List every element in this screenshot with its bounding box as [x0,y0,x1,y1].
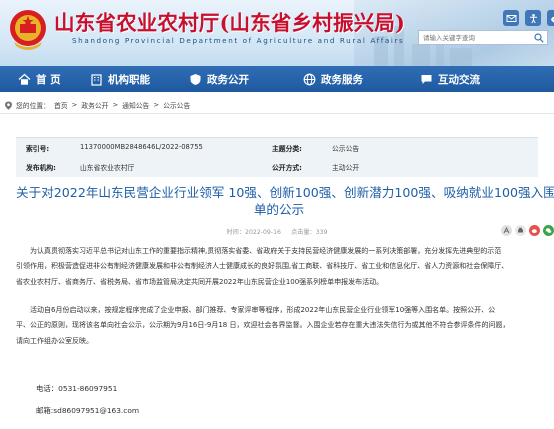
nav-label: 政务公开 [207,73,249,86]
article-paragraph-2: 活动自6月份启动以来，按规定程序完成了企业申报、部门推荐、专家评审等程序，形成2… [16,303,539,349]
article-paragraph-1: 为认真贯彻落实习近平总书记对山东工作的重要指示精神,贯彻落实省委、省政府关于支持… [16,244,539,290]
breadcrumb: 您的位置： 首页 > 政务公开 > 通知公告 > 公示公告 [0,97,554,114]
shield-icon [190,73,201,85]
article-title-line: 关于对2022年山东民营企业行业领军 10强、创新100强、创新潜力100强、吸… [16,185,554,200]
nav-item-interaction[interactable]: 互动交流 [420,72,480,87]
home-icon [18,73,31,85]
search-box [418,30,548,45]
wechat-share-icon[interactable] [543,225,554,236]
weibo-share-icon[interactable] [529,225,540,236]
top-links [503,10,554,26]
contact-phone: 电话：0531-86097951 [36,384,118,393]
paragraph-line: 请向工作组办公室反映。 [16,336,93,345]
accessibility-icon[interactable] [525,10,541,26]
breadcrumb-separator: > [153,101,160,109]
site-title-english: Shandong Provincial Department of Agricu… [72,36,405,45]
view-count: 点击量：339 [291,227,328,236]
paragraph-line: 平、公正的原则，现将该名单向社会公示，公示期为9月16日-9月18 日，欢迎社会… [16,321,510,330]
nav-item-gov-service[interactable]: 政务服务 [303,72,363,87]
national-emblem-icon [10,10,46,50]
breadcrumb-announcements[interactable]: 公示公告 [163,100,190,110]
contact-email: 邮箱:sd86097951@163.com [36,406,140,415]
font-size-icon[interactable] [501,225,512,236]
nav-item-home[interactable]: 首 页 [18,72,61,87]
category-value: 公示公告 [332,145,360,153]
article-meta: 时间：2022-09-16 点击量：339 [0,227,554,236]
breadcrumb-notices[interactable]: 通知公告 [122,100,149,110]
weibo-icon[interactable] [547,10,554,26]
article-title-line: 单的公示 [253,202,305,217]
nav-label: 机构职能 [108,73,150,86]
globe-icon [303,73,316,85]
paragraph-line: 省农业农村厅、省商务厅、省税务局、省市场监管局决定共同开展2022年山东民营企业… [16,277,384,286]
index-value: 11370000MB2848646L/2022-08755 [80,143,203,151]
nav-item-institution[interactable]: 机构职能 [90,72,150,87]
site-title: 山东省农业农村厅(山东省乡村振兴局) [54,11,405,35]
view-count-label: 点击量： [290,229,316,236]
breadcrumb-gov-affairs[interactable]: 政务公开 [81,100,108,110]
chat-icon [421,74,432,84]
index-label: 索引号: [26,145,50,153]
method-label: 公开方式: [272,164,302,172]
breadcrumb-separator: > [112,101,119,109]
org-label: 发布机构: [26,164,56,172]
method-value: 主动公开 [332,164,360,172]
mail-icon[interactable] [503,10,519,26]
location-icon [5,101,12,110]
paragraph-line: 引领作用，积极营造促进非公有制经济健康发展和非公有制经济人士健康成长的良好氛围,… [16,262,509,271]
article-tools [501,225,554,236]
nav-item-gov-affairs[interactable]: 政务公开 [189,72,249,87]
breadcrumb-separator: > [71,101,78,109]
nav-label: 首 页 [36,73,61,86]
nav-label: 互动交流 [438,73,480,86]
site-header: 山东省农业农村厅(山东省乡村振兴局) Shandong Provincial D… [0,0,554,66]
org-value: 山东省农业农村厅 [80,164,135,172]
search-input[interactable] [419,31,531,44]
print-icon[interactable] [515,225,526,236]
building-icon [91,73,102,86]
search-icon[interactable] [534,33,544,43]
document-info-table: 索引号: 11370000MB2848646L/2022-08755 主题分类:… [16,137,538,177]
main-nav: 首 页 机构职能 政务公开 政务服务 互动交流 [0,66,554,92]
nav-label: 政务服务 [321,73,363,86]
view-count-value: 339 [315,229,328,236]
breadcrumb-home[interactable]: 首页 [54,100,68,110]
paragraph-line: 为认真贯彻落实习近平总书记对山东工作的重要指示精神,贯彻落实省委、省政府关于支持… [30,247,502,255]
category-label: 主题分类: [272,145,302,153]
article-title: 关于对2022年山东民营企业行业领军 10强、创新100强、创新潜力100强、吸… [16,184,554,218]
paragraph-line: 活动自6月份启动以来，按规定程序完成了企业申报、部门推荐、专家评审等程序，形成2… [30,306,496,314]
publish-date: 时间：2022-09-16 [226,229,281,236]
breadcrumb-prefix: 您的位置： [16,102,50,110]
